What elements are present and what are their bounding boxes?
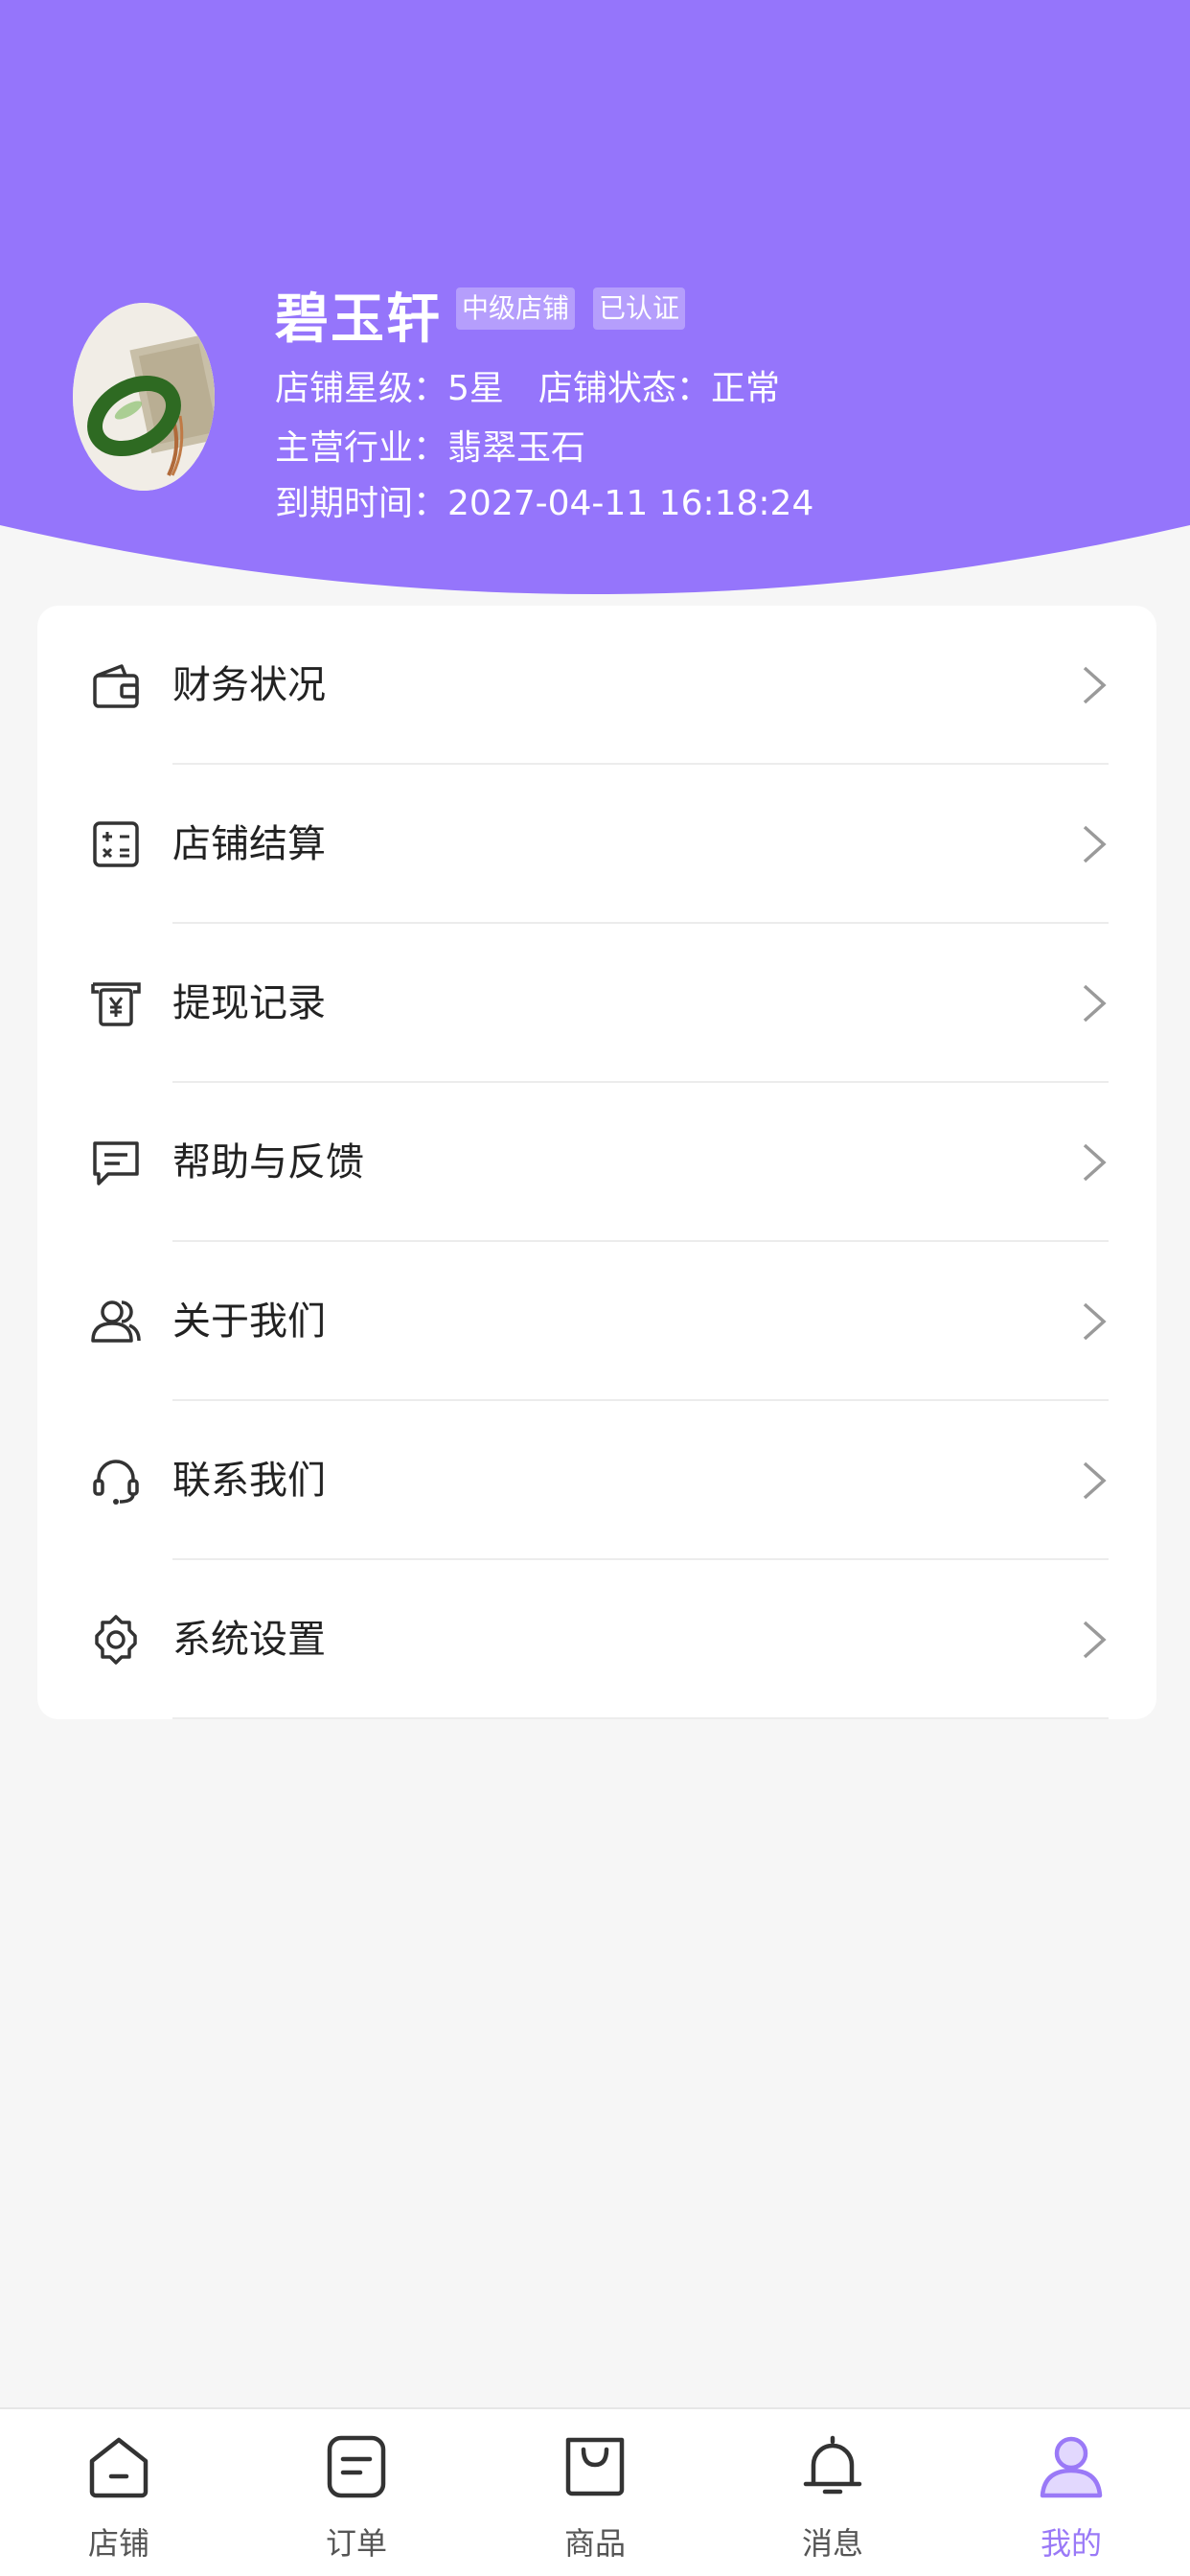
verified-badge: 已认证 xyxy=(593,288,686,330)
industry-value: 翡翠玉石 xyxy=(447,428,586,468)
bell-icon xyxy=(803,2435,862,2495)
tab-products[interactable]: 商品 xyxy=(499,2409,691,2576)
menu-item-contact-us[interactable]: 联系我们 xyxy=(37,1401,1156,1560)
menu-item-label: 提现记录 xyxy=(172,981,326,1025)
tab-label: 我的 xyxy=(1040,2525,1102,2562)
profile-header: 碧玉轩 中级店铺 已认证 店铺星级：5星 店铺状态：正常 主营行业：翡翠玉石 到期… xyxy=(0,0,1190,613)
menu-item-system-settings[interactable]: 系统设置 xyxy=(37,1560,1156,1719)
star-label: 店铺星级： xyxy=(275,369,448,408)
menu-item-label: 帮助与反馈 xyxy=(172,1140,364,1184)
expiry-value: 2027-04-11 16:18:24 xyxy=(447,484,814,523)
shop-name: 碧玉轩 xyxy=(275,288,442,351)
tab-mine[interactable]: 我的 xyxy=(975,2409,1167,2576)
level-badge: 中级店铺 xyxy=(456,288,576,330)
industry-label: 主营行业： xyxy=(275,428,448,468)
wallet-icon xyxy=(93,664,139,708)
menu-item-label: 关于我们 xyxy=(172,1300,326,1344)
status-label: 店铺状态： xyxy=(538,369,711,408)
menu-item-about-us[interactable]: 关于我们 xyxy=(37,1242,1156,1401)
calculator-icon xyxy=(93,821,139,867)
tab-label: 店铺 xyxy=(87,2525,149,2562)
users-icon xyxy=(91,1300,141,1343)
home-icon xyxy=(89,2437,149,2498)
bag-icon xyxy=(565,2437,625,2496)
chevron-right-icon xyxy=(1083,1143,1107,1182)
chevron-right-icon xyxy=(1083,984,1107,1023)
tab-orders[interactable]: 订单 xyxy=(261,2409,452,2576)
order-icon xyxy=(327,2435,386,2498)
expiry-label: 到期时间： xyxy=(275,484,448,523)
tab-label: 订单 xyxy=(325,2525,387,2562)
menu-item-help-feedback[interactable]: 帮助与反馈 xyxy=(37,1083,1156,1242)
menu-item-label: 系统设置 xyxy=(172,1618,326,1662)
status-value: 正常 xyxy=(710,369,780,408)
chevron-right-icon xyxy=(1083,825,1107,863)
menu-item-label: 联系我们 xyxy=(172,1459,326,1503)
divider xyxy=(172,1717,1109,1719)
chevron-right-icon xyxy=(1083,666,1107,704)
tab-label: 商品 xyxy=(563,2525,626,2562)
chevron-right-icon xyxy=(1083,1302,1107,1341)
user-icon xyxy=(1040,2436,1103,2498)
tab-messages[interactable]: 消息 xyxy=(737,2409,928,2576)
tab-shop[interactable]: 店铺 xyxy=(23,2409,215,2576)
gear-icon xyxy=(95,1615,137,1665)
menu-item-settlement[interactable]: 店铺结算 xyxy=(37,765,1156,924)
shop-rating-status-line: 店铺星级：5星 店铺状态：正常 xyxy=(275,360,780,410)
shop-expiry-line: 到期时间：2027-04-11 16:18:24 xyxy=(275,475,813,525)
message-icon xyxy=(93,1141,139,1185)
bottom-tab-bar: 店铺 订单 商品 消息 我的 xyxy=(0,2407,1190,2576)
star-value: 5星 xyxy=(447,369,504,408)
withdraw-icon xyxy=(91,982,141,1026)
headset-icon xyxy=(93,1460,139,1505)
menu-item-label: 财务状况 xyxy=(172,663,326,707)
menu-item-withdraw-records[interactable]: 提现记录 xyxy=(37,924,1156,1083)
shop-industry-line: 主营行业：翡翠玉石 xyxy=(275,420,585,470)
shop-avatar[interactable] xyxy=(73,303,215,491)
menu-item-label: 店铺结算 xyxy=(172,822,326,866)
menu-item-finance[interactable]: 财务状况 xyxy=(37,606,1156,765)
tab-label: 消息 xyxy=(801,2525,863,2562)
chevron-right-icon xyxy=(1083,1621,1107,1659)
chevron-right-icon xyxy=(1083,1461,1107,1500)
menu-card: 财务状况 店铺结算 提现记录 帮助与反馈 关于我们 联系我们 系统设置 xyxy=(37,606,1156,1719)
